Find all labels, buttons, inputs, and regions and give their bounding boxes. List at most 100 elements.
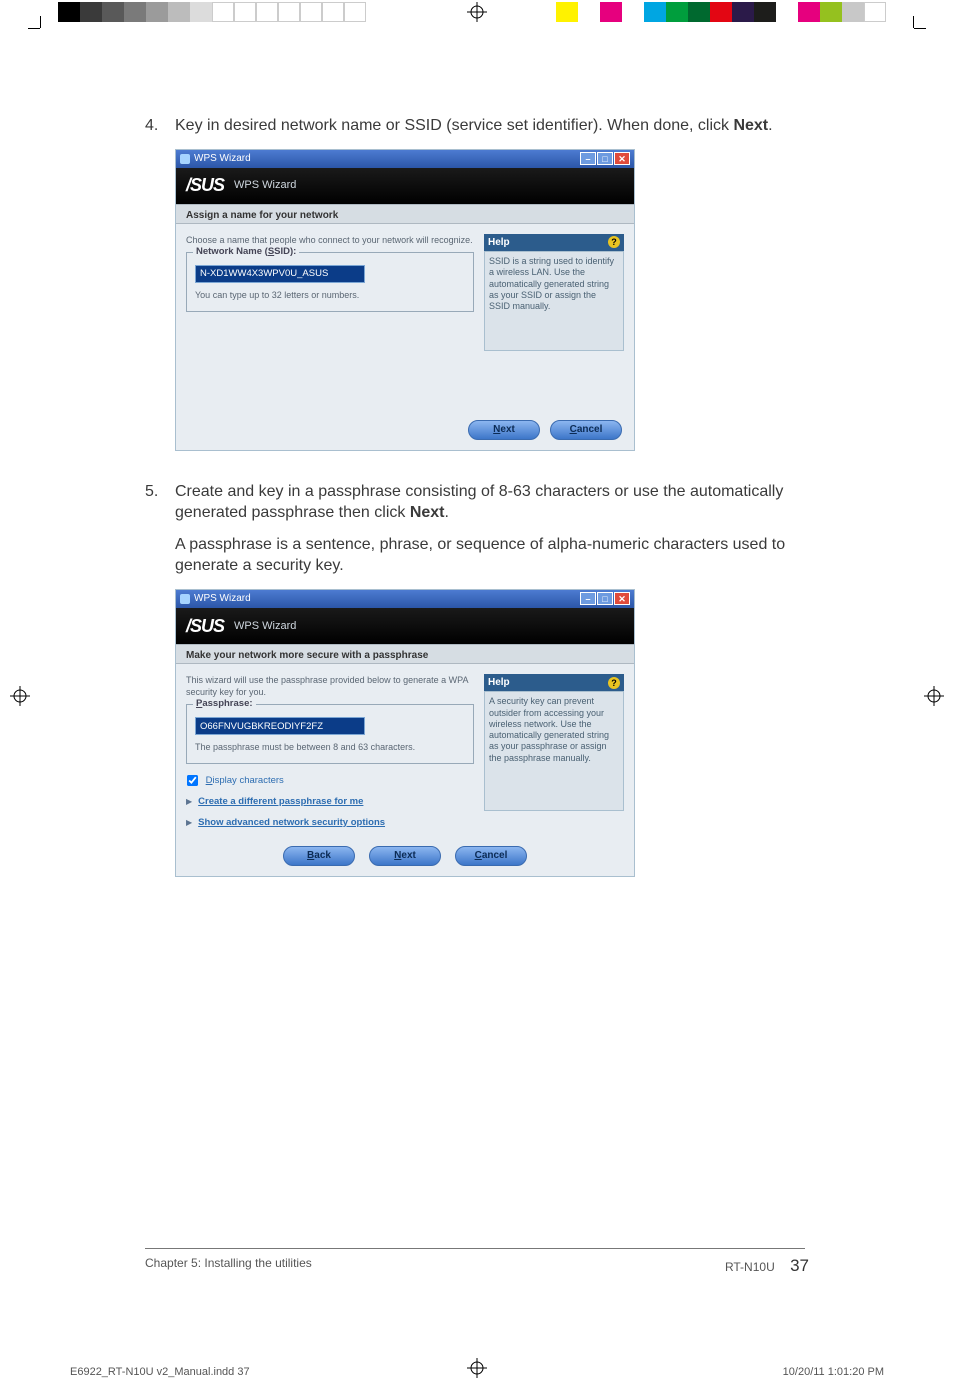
maximize-button[interactable]: □ — [597, 592, 613, 605]
swatch — [798, 2, 820, 22]
swatch — [190, 2, 212, 22]
window-title: WPS Wizard — [194, 592, 251, 606]
footer-model: RT-N10U — [725, 1260, 775, 1274]
step-text: Create and key in a passphrase consistin… — [175, 481, 805, 524]
step-number: 5. — [145, 481, 175, 524]
swatch — [688, 2, 710, 22]
swatch — [754, 2, 776, 22]
brand-bar: /SUS WPS Wizard — [176, 608, 634, 644]
window-buttons: – □ ✕ — [580, 152, 630, 165]
crop-mark-icon — [894, 28, 914, 48]
swatch — [776, 2, 798, 22]
step-number: 4. — [145, 115, 175, 137]
swatch — [58, 2, 80, 22]
swatch — [622, 2, 644, 22]
window-titlebar: WPS Wizard – □ ✕ — [176, 590, 634, 608]
screenshot-ssid-wizard: WPS Wizard – □ ✕ /SUS WPS Wizard Assign … — [175, 149, 635, 451]
maximize-button[interactable]: □ — [597, 152, 613, 165]
swatch — [300, 2, 322, 22]
link-advanced-security[interactable]: ▶ Show advanced network security options — [186, 817, 474, 830]
registration-mark-icon — [467, 1358, 487, 1378]
next-button[interactable]: Next — [369, 846, 441, 866]
help-header: Help ? — [484, 674, 624, 692]
swatch — [278, 2, 300, 22]
next-button[interactable]: Next — [468, 420, 540, 440]
ssid-fieldset: Network Name (SSID): You can type up to … — [186, 252, 474, 312]
footer-chapter: Chapter 5: Installing the utilities — [145, 1256, 312, 1270]
print-slug-file: E6922_RT-N10U v2_Manual.indd 37 — [70, 1366, 250, 1378]
minimize-button[interactable]: – — [580, 152, 596, 165]
swatch — [600, 2, 622, 22]
swatch — [864, 2, 886, 22]
footer-right: RT-N10U 37 — [725, 1256, 809, 1276]
passphrase-hint: The passphrase must be between 8 and 63 … — [195, 741, 465, 753]
passphrase-fieldset: Passphrase: The passphrase must be betwe… — [186, 704, 474, 764]
swatch — [146, 2, 168, 22]
brand-subtitle: WPS Wizard — [234, 619, 296, 634]
help-header: Help ? — [484, 234, 624, 252]
help-icon: ? — [608, 677, 620, 689]
swatch — [578, 2, 600, 22]
registration-mark-icon — [924, 686, 944, 706]
cancel-button[interactable]: Cancel — [550, 420, 622, 440]
brand-bar: /SUS WPS Wizard — [176, 168, 634, 204]
asus-logo: /SUS — [186, 173, 224, 197]
help-body: A security key can prevent outsider from… — [484, 691, 624, 811]
close-button[interactable]: ✕ — [614, 592, 630, 605]
swatch — [666, 2, 688, 22]
cancel-button[interactable]: Cancel — [455, 846, 527, 866]
asus-logo: /SUS — [186, 614, 224, 638]
step-5-note: A passphrase is a sentence, phrase, or s… — [175, 534, 805, 577]
swatch — [256, 2, 278, 22]
app-icon — [180, 154, 190, 164]
display-characters-checkbox[interactable] — [187, 775, 198, 786]
window-buttons: – □ ✕ — [580, 592, 630, 605]
ssid-input[interactable] — [195, 265, 365, 283]
ssid-hint: You can type up to 32 letters or numbers… — [195, 289, 465, 301]
back-button[interactable]: Back — [283, 846, 355, 866]
triangle-icon: ▶ — [186, 797, 192, 808]
brand-subtitle: WPS Wizard — [234, 178, 296, 193]
page-number: 37 — [790, 1256, 809, 1275]
section-heading: Make your network more secure with a pas… — [176, 644, 634, 664]
crop-mark-icon — [40, 28, 60, 48]
swatch — [322, 2, 344, 22]
link-create-passphrase[interactable]: ▶ Create a different passphrase for me — [186, 796, 474, 809]
swatch — [710, 2, 732, 22]
step-5: 5. Create and key in a passphrase consis… — [145, 481, 805, 524]
display-characters-row: Display characters — [186, 774, 474, 788]
swatch — [234, 2, 256, 22]
step-text: Key in desired network name or SSID (ser… — [175, 115, 805, 137]
passphrase-legend: Passphrase: — [193, 698, 256, 711]
swatch — [102, 2, 124, 22]
swatch — [212, 2, 234, 22]
intro-text: Choose a name that people who connect to… — [186, 234, 474, 246]
window-title: WPS Wizard — [194, 152, 251, 166]
help-icon: ? — [608, 236, 620, 248]
app-icon — [180, 594, 190, 604]
swatch — [842, 2, 864, 22]
swatch — [124, 2, 146, 22]
close-button[interactable]: ✕ — [614, 152, 630, 165]
page-content: 4. Key in desired network name or SSID (… — [145, 115, 805, 907]
footer-rule — [145, 1248, 805, 1249]
window-titlebar: WPS Wizard – □ ✕ — [176, 150, 634, 168]
section-heading: Assign a name for your network — [176, 204, 634, 224]
passphrase-input[interactable] — [195, 717, 365, 735]
swatch — [732, 2, 754, 22]
help-body: SSID is a string used to identify a wire… — [484, 251, 624, 351]
print-slug-timestamp: 10/20/11 1:01:20 PM — [783, 1366, 884, 1378]
registration-mark-icon — [10, 686, 30, 706]
intro-text: This wizard will use the passphrase prov… — [186, 674, 474, 698]
swatch — [820, 2, 842, 22]
minimize-button[interactable]: – — [580, 592, 596, 605]
ssid-legend: Network Name (SSID): — [193, 246, 299, 259]
swatch — [556, 2, 578, 22]
triangle-icon: ▶ — [186, 818, 192, 829]
swatch — [168, 2, 190, 22]
step-4: 4. Key in desired network name or SSID (… — [145, 115, 805, 137]
screenshot-passphrase-wizard: WPS Wizard – □ ✕ /SUS WPS Wizard Make yo… — [175, 589, 635, 877]
registration-mark-icon — [467, 2, 487, 22]
display-characters-label: Display characters — [206, 775, 284, 786]
swatch — [644, 2, 666, 22]
